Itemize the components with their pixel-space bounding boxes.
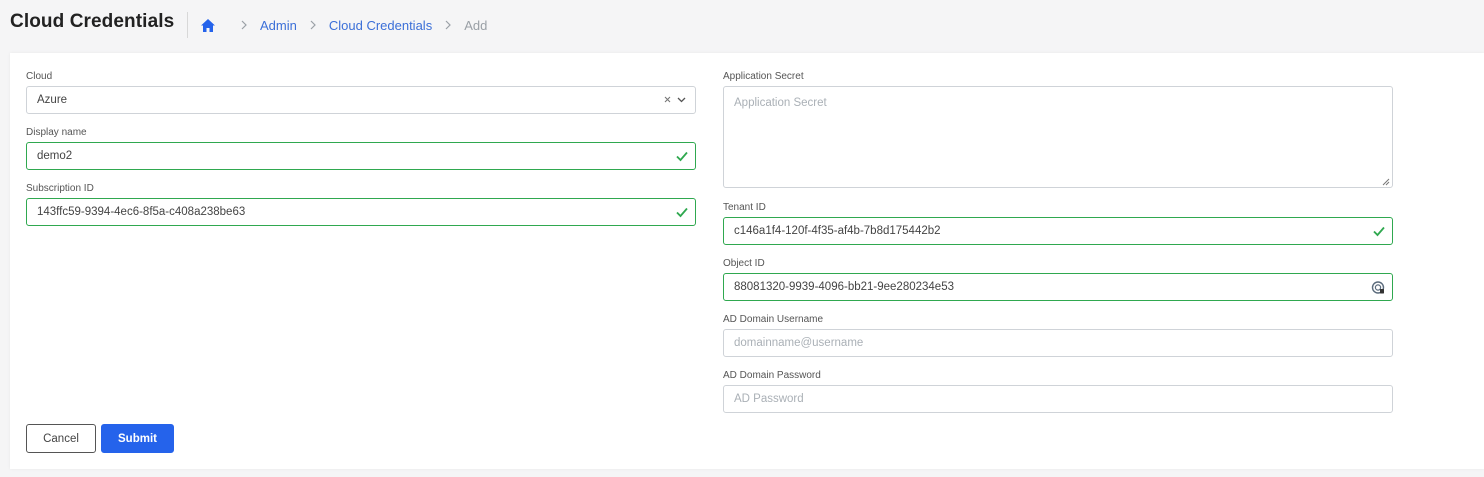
ad-password-label: AD Domain Password [723,370,821,381]
cloud-label: Cloud [26,71,53,82]
lookup-icon[interactable] [1371,280,1386,295]
object-id-value: 88081320-9939-4096-bb21-9ee280234e53 [734,281,954,293]
object-id-input[interactable]: 88081320-9939-4096-bb21-9ee280234e53 [723,273,1393,301]
clear-icon[interactable] [664,94,671,106]
ad-password-placeholder: AD Password [734,393,804,405]
cancel-button[interactable]: Cancel [26,424,96,453]
subscription-id-value: 143ffc59-9394-4ec6-8f5a-c408a238be63 [37,206,246,218]
tenant-id-label: Tenant ID [723,202,766,213]
tenant-id-value: c146a1f4-120f-4f35-af4b-7b8d175442b2 [734,225,941,237]
display-name-input[interactable]: demo2 [26,142,696,170]
check-icon [675,205,689,219]
chevron-down-icon[interactable] [677,94,686,106]
form-card: Cloud Azure Display name demo2 Subscript… [10,53,1484,469]
application-secret-textarea[interactable]: Application Secret [723,86,1393,188]
cloud-select-value: Azure [37,94,68,106]
breadcrumb-cloud-credentials[interactable]: Cloud Credentials [329,18,432,33]
ad-username-placeholder: domainname@username [734,337,864,349]
page-title: Cloud Credentials [10,11,175,32]
application-secret-label: Application Secret [723,71,804,82]
ad-username-input[interactable]: domainname@username [723,329,1393,357]
chevron-right-icon [240,20,248,30]
display-name-label: Display name [26,127,87,138]
check-icon [675,149,689,163]
title-divider [187,12,188,38]
cloud-select[interactable]: Azure [26,86,696,114]
check-icon [1372,224,1386,238]
subscription-id-label: Subscription ID [26,183,94,194]
page-header: Cloud Credentials Admin Cloud Credential… [0,0,1484,50]
application-secret-placeholder: Application Secret [734,97,827,109]
display-name-value: demo2 [37,150,73,162]
resize-grip-icon[interactable] [1382,177,1390,186]
object-id-label: Object ID [723,258,765,269]
breadcrumb-admin[interactable]: Admin [260,18,297,33]
tenant-id-input[interactable]: c146a1f4-120f-4f35-af4b-7b8d175442b2 [723,217,1393,245]
subscription-id-input[interactable]: 143ffc59-9394-4ec6-8f5a-c408a238be63 [26,198,696,226]
breadcrumb: Admin Cloud Credentials Add [200,15,487,35]
ad-username-label: AD Domain Username [723,314,824,325]
ad-password-input[interactable]: AD Password [723,385,1393,413]
chevron-right-icon [444,20,452,30]
chevron-right-icon [309,20,317,30]
breadcrumb-add: Add [464,17,488,33]
submit-button[interactable]: Submit [101,424,174,453]
home-icon[interactable] [200,17,216,33]
